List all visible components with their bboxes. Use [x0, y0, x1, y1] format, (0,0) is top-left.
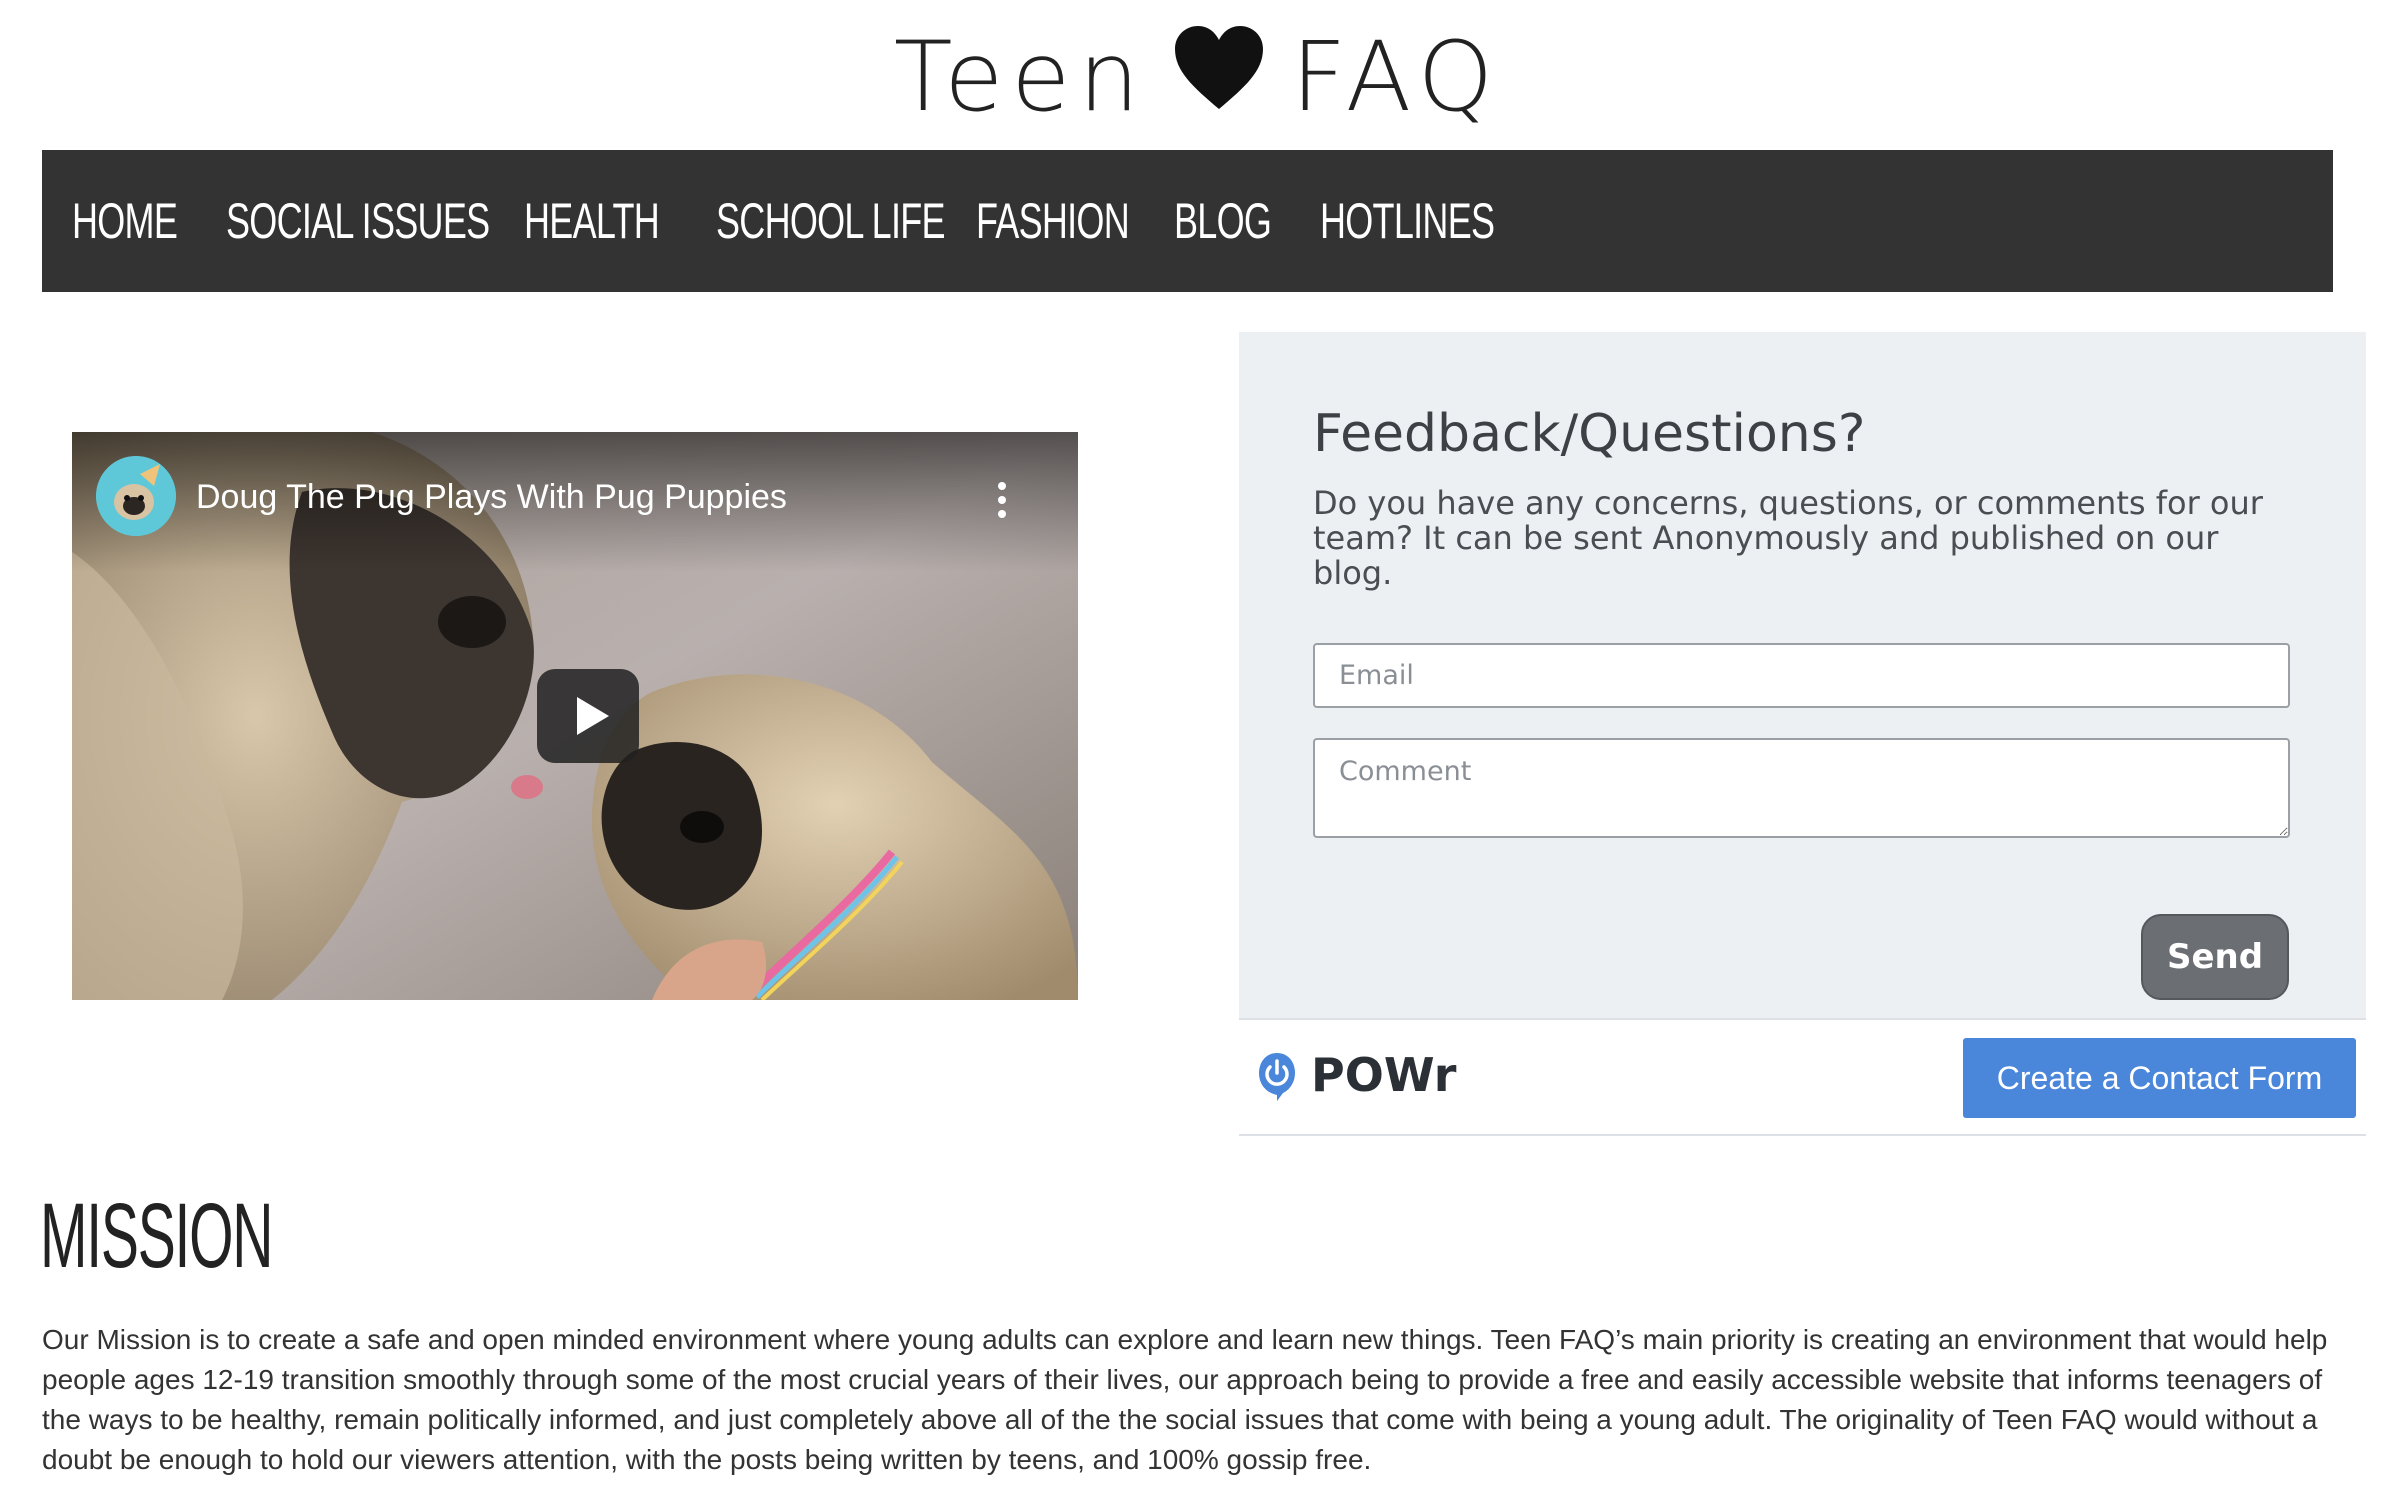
feedback-form: Feedback/Questions? Do you have any conc…	[1239, 332, 2366, 1018]
nav-item-fashion[interactable]: FASHION	[976, 192, 1130, 250]
feedback-description: Do you have any concerns, questions, or …	[1313, 484, 2263, 592]
logo-text-teen: Teen	[893, 21, 1148, 133]
powr-brand-text: POWr	[1311, 1048, 1457, 1102]
nav-item-school-life[interactable]: SCHOOL LIFE	[716, 192, 946, 250]
nav-item-health[interactable]: HEALTH	[524, 192, 662, 250]
video-embed[interactable]: Doug The Pug Plays With Pug Puppies	[72, 432, 1078, 1000]
heart-icon	[1175, 26, 1264, 109]
channel-avatar[interactable]	[96, 456, 176, 536]
site-logo[interactable]: Teen FAQ	[0, 22, 2395, 132]
nav-item-hotlines[interactable]: HOTLINES	[1320, 192, 1495, 250]
create-contact-form-button[interactable]: Create a Contact Form	[1963, 1038, 2356, 1118]
more-vert-icon[interactable]	[992, 480, 1012, 520]
play-icon	[577, 697, 609, 735]
nav-item-social-issues[interactable]: SOCIAL ISSUES	[226, 192, 490, 250]
feedback-title: Feedback/Questions?	[1313, 404, 1866, 464]
comment-field[interactable]	[1313, 738, 2290, 838]
mission-text: Our Mission is to create a safe and open…	[42, 1324, 2328, 1475]
mission-heading: MISSION	[40, 1185, 273, 1287]
powr-power-icon	[1259, 1053, 1295, 1101]
powr-logo[interactable]: POWr	[1257, 1048, 1456, 1102]
nav-item-blog[interactable]: BLOG	[1174, 192, 1279, 250]
logo-text-faq: FAQ	[1291, 21, 1502, 133]
powr-footer-bar: POWr Create a Contact Form	[1239, 1018, 2366, 1136]
main-nav: HOME SOCIAL ISSUES HEALTH SCHOOL LIFE FA…	[42, 150, 2333, 292]
play-button[interactable]	[537, 669, 639, 763]
video-title[interactable]: Doug The Pug Plays With Pug Puppies	[196, 478, 787, 517]
send-button[interactable]: Send	[2141, 914, 2289, 1000]
email-field[interactable]	[1313, 643, 2290, 708]
nav-item-home[interactable]: HOME	[72, 192, 183, 250]
